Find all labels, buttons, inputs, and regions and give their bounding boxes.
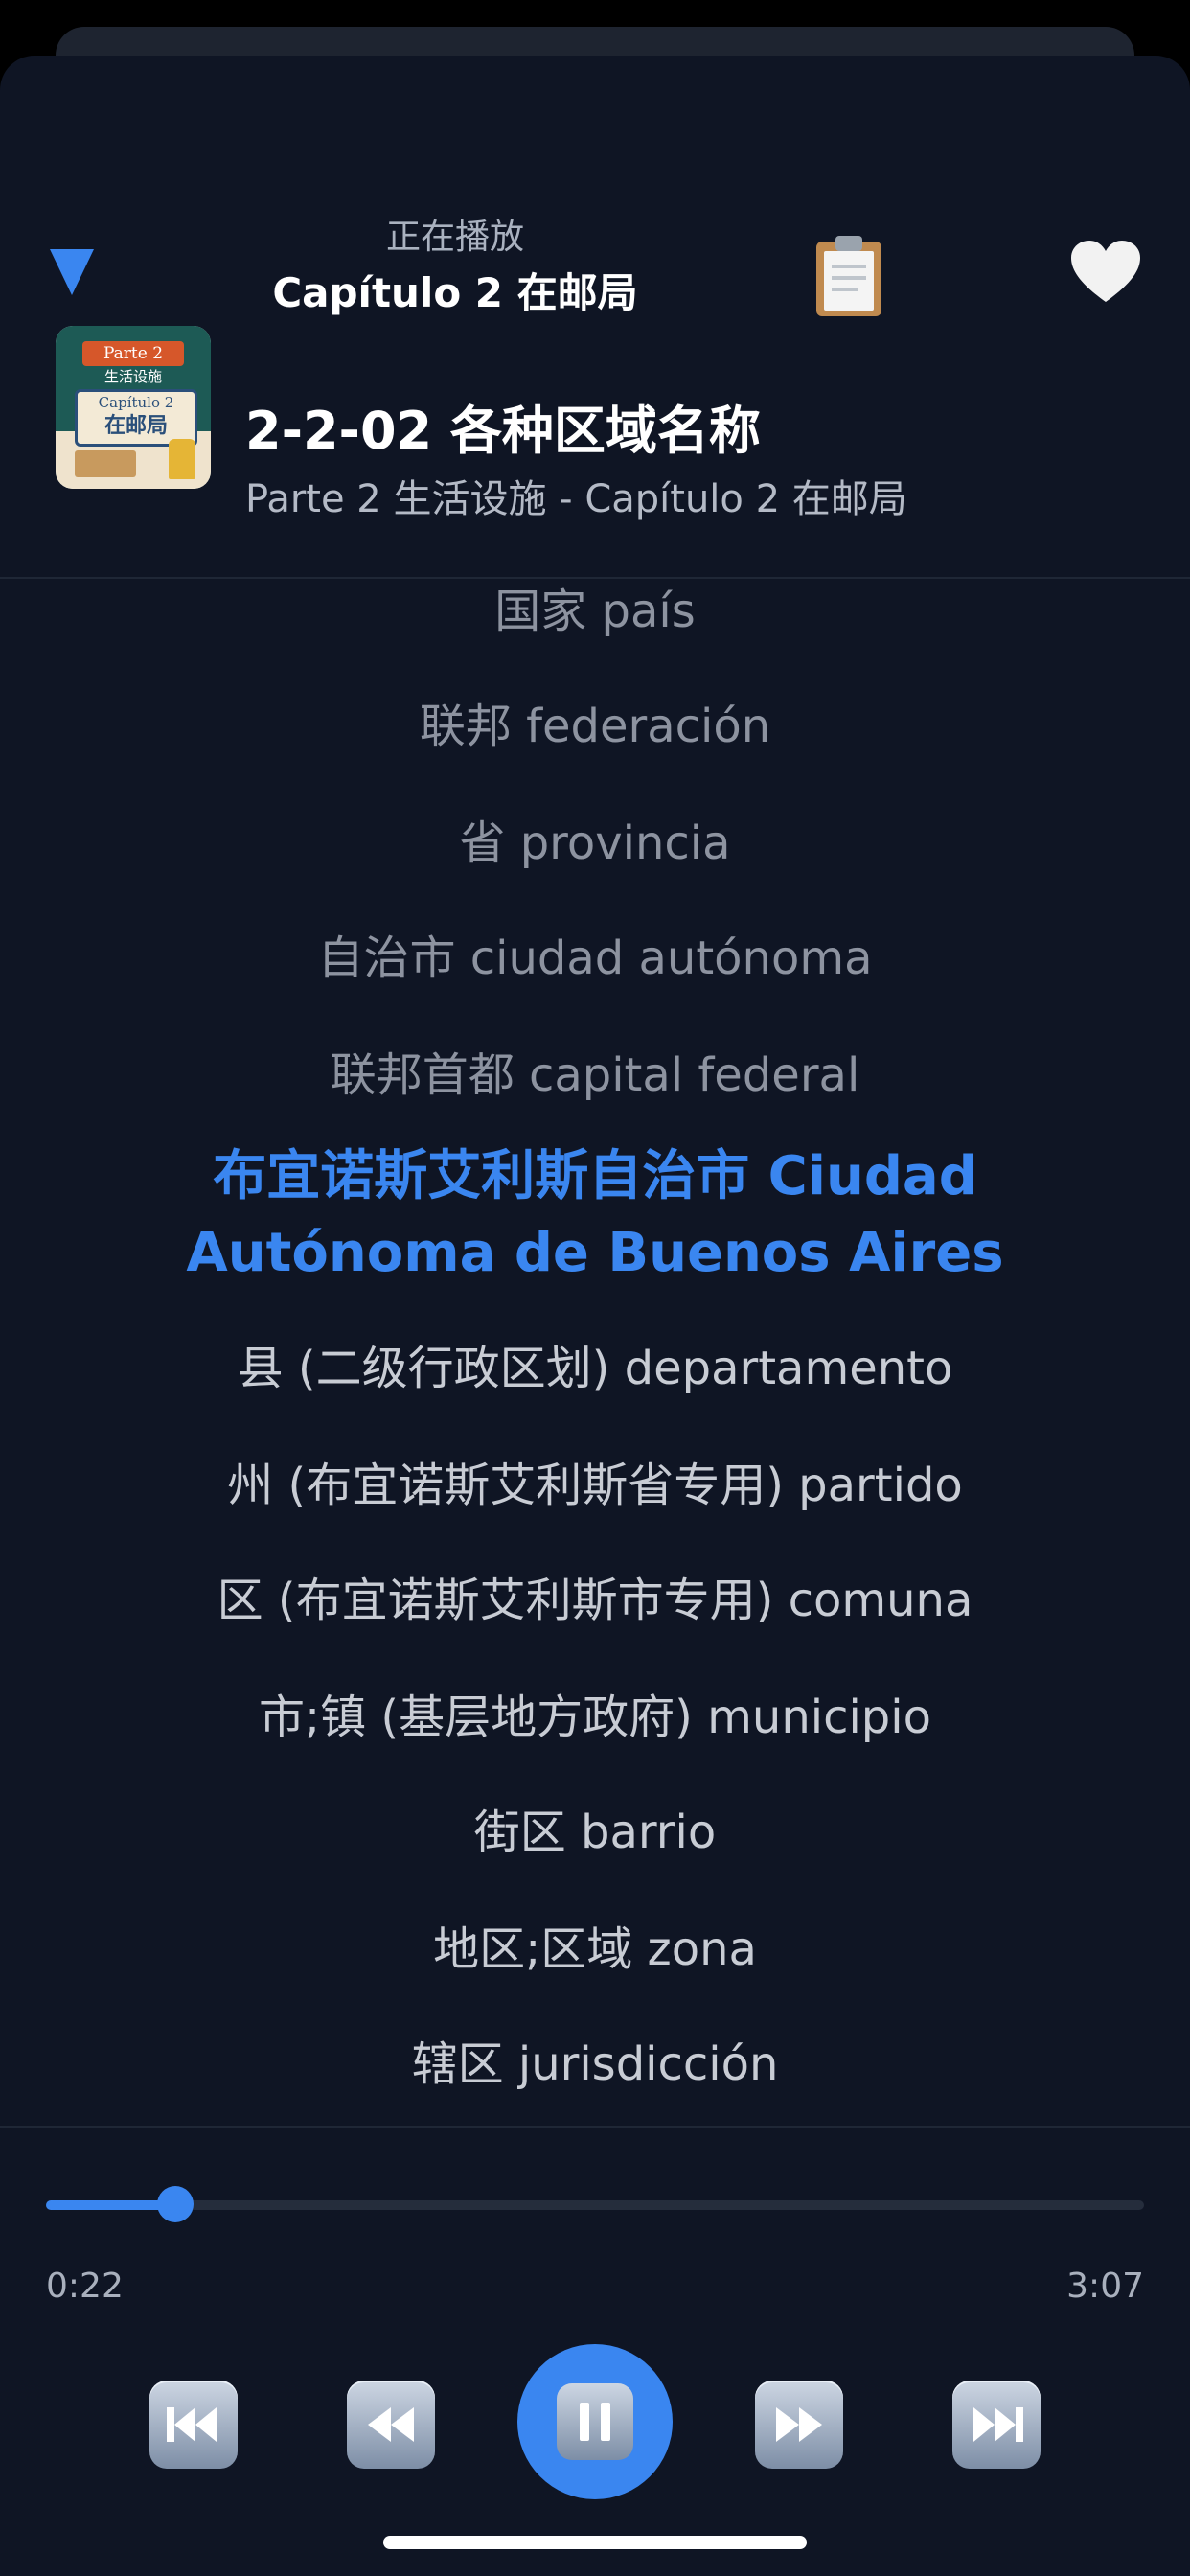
now-playing-sheet: 正在播放 Capítulo 2 在邮局 Parte 2 生活设施 Capítul…	[0, 56, 1190, 2576]
lyric-line[interactable]: 市;镇 (基层地方政府) municipio	[57, 1689, 1133, 1746]
progress-knob[interactable]	[156, 2186, 194, 2222]
cover-chapter: Capítulo 2	[98, 394, 174, 411]
lyric-line[interactable]: 自治市 ciudad autónoma	[57, 930, 1133, 987]
clipboard-button[interactable]	[811, 232, 887, 318]
skip-previous-button[interactable]	[149, 2380, 238, 2469]
heart-icon	[1071, 241, 1140, 302]
lyrics-list[interactable]: 国家 país 联邦 federación 省 provincia 自治市 ci…	[0, 577, 1190, 2126]
pause-icon	[580, 2403, 610, 2441]
rewind-icon	[368, 2407, 414, 2442]
total-duration: 3:07	[1066, 2266, 1144, 2306]
skip-previous-icon	[167, 2407, 217, 2442]
collapse-button[interactable]	[48, 245, 96, 303]
lyric-line[interactable]: 辖区 jurisdicción	[57, 2036, 1133, 2093]
now-playing-label: 正在播放	[385, 218, 524, 257]
lyric-line[interactable]: 地区;区域 zona	[57, 1920, 1133, 1978]
progress-fill	[46, 2200, 175, 2210]
lyric-line[interactable]: 县 (二级行政区划) departamento	[57, 1340, 1133, 1397]
parcel-icon	[75, 450, 136, 477]
rewind-button[interactable]	[347, 2380, 435, 2469]
lyric-line[interactable]: 联邦 federación	[57, 698, 1133, 755]
skip-next-icon	[973, 2407, 1023, 2442]
lyric-line[interactable]: 省 provincia	[57, 815, 1133, 872]
lyric-line[interactable]: 国家 país	[57, 583, 1133, 640]
lyric-line[interactable]: 州 (布宜诺斯艾利斯省专用) partido	[57, 1457, 1133, 1514]
lyric-line[interactable]: 区 (布宜诺斯艾利斯市专用) comuna	[57, 1572, 1133, 1629]
cover-parte-label: Parte 2	[82, 341, 184, 366]
mailbox-icon	[169, 439, 195, 479]
lyric-line[interactable]: 联邦首都 capital federal	[57, 1046, 1133, 1104]
skip-next-button[interactable]	[952, 2380, 1041, 2469]
lyric-line-current[interactable]: 布宜诺斯艾利斯自治市 Ciudad Autónoma de Buenos Air…	[172, 1138, 1018, 1292]
header: 正在播放 Capítulo 2 在邮局	[220, 217, 690, 320]
track-title: 2-2-02 各种区域名称	[245, 401, 761, 461]
clipboard-icon	[816, 236, 881, 316]
fast-forward-button[interactable]	[755, 2380, 843, 2469]
chevron-down-icon	[50, 249, 94, 295]
pause-button[interactable]	[517, 2344, 673, 2499]
album-cover: Parte 2 生活设施 Capítulo 2 在邮局	[56, 326, 211, 489]
track-subtitle: Parte 2 生活设施 - Capítulo 2 在邮局	[245, 477, 907, 521]
home-indicator[interactable]	[383, 2536, 807, 2549]
progress-bar[interactable]	[46, 2186, 1144, 2222]
divider-bottom	[0, 2126, 1190, 2128]
cover-subtitle: 生活设施	[103, 368, 162, 385]
chapter-title: Capítulo 2 在邮局	[272, 269, 638, 316]
cover-chapter-box: Capítulo 2 在邮局	[75, 389, 197, 447]
elapsed-time: 0:22	[46, 2266, 124, 2306]
lyric-line[interactable]: 街区 barrio	[57, 1804, 1133, 1861]
favorite-button[interactable]	[1069, 234, 1142, 310]
cover-chapter-cn: 在邮局	[103, 413, 168, 438]
fast-forward-icon	[776, 2407, 822, 2442]
